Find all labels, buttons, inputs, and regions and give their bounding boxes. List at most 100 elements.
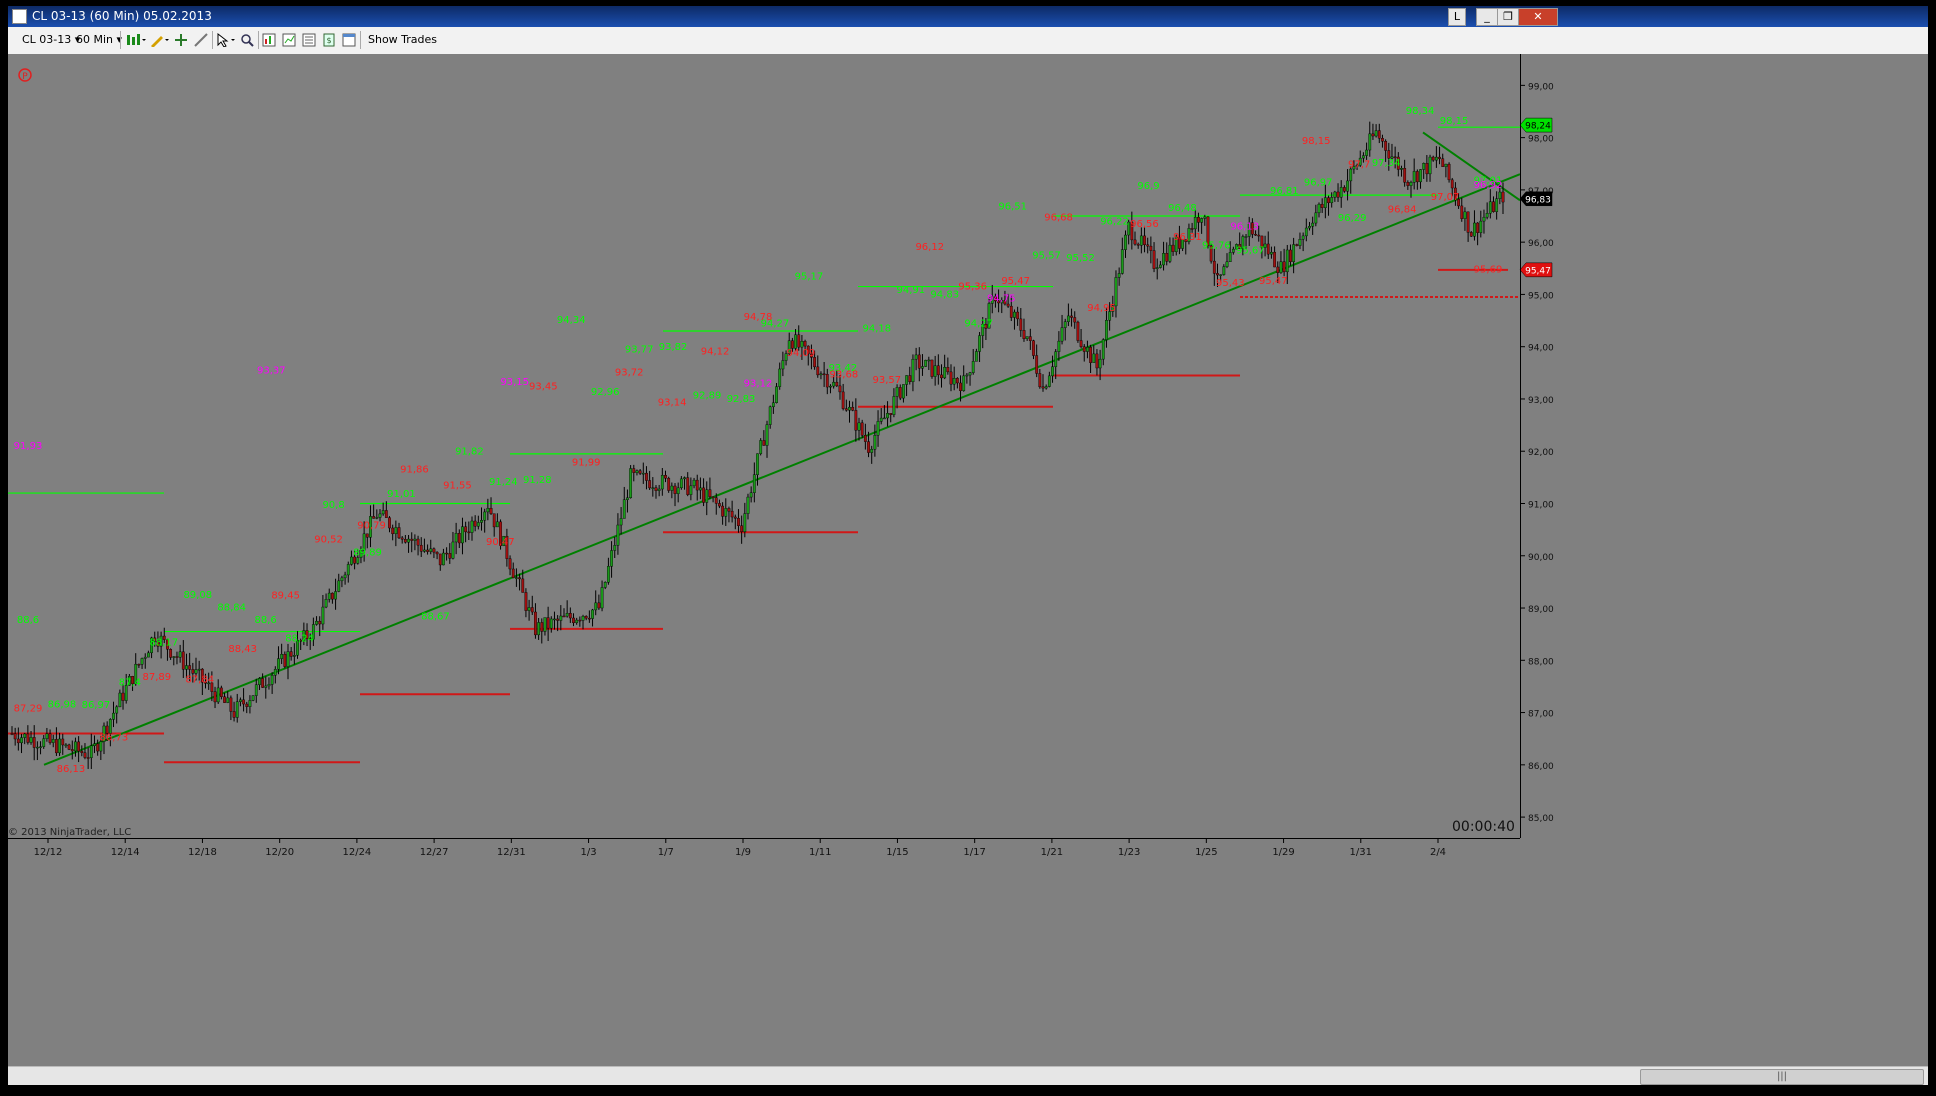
candle-body — [657, 488, 661, 491]
swing-price-label: 93,14 — [658, 398, 687, 409]
p-marker-label: P — [22, 72, 28, 82]
candle-body — [1374, 130, 1378, 137]
candle-body — [1133, 239, 1137, 245]
link-button[interactable]: L — [1448, 8, 1466, 26]
candle-body — [1289, 249, 1292, 262]
candle-body — [346, 564, 350, 576]
candle-body — [74, 741, 77, 752]
candle-body — [242, 699, 245, 705]
price-axis-label: 98,00 — [1528, 135, 1554, 145]
candle-body — [600, 587, 604, 609]
candle-body — [851, 406, 855, 411]
candle-body — [848, 406, 851, 411]
show-trades-button[interactable]: Show Trades — [368, 32, 437, 48]
candle-body — [518, 577, 521, 580]
candle-body — [372, 516, 376, 519]
candle-body — [1317, 203, 1321, 214]
bar-type-icon[interactable] — [126, 33, 146, 47]
candle-body — [1032, 340, 1035, 356]
instrument-selector[interactable]: CL 03-13 ▾ — [22, 32, 80, 48]
app-window: CL 03-13 (60 Min) 05.02.2013 L _ ❐ ✕ CL … — [0, 0, 1936, 1096]
chart-window-icon — [12, 9, 27, 24]
data-box-icon[interactable]: $ — [322, 33, 336, 47]
candle-body — [407, 538, 410, 543]
swing-price-label: 86,97 — [82, 700, 111, 711]
date-axis-label: 1/29 — [1272, 847, 1294, 858]
candle-body — [147, 652, 150, 658]
swing-price-label: 95,36 — [958, 282, 987, 293]
candle-body — [1041, 386, 1045, 389]
cursor-icon[interactable] — [216, 33, 236, 47]
candle-body — [1365, 149, 1368, 156]
candle-body — [20, 737, 23, 744]
close-button[interactable]: ✕ — [1518, 8, 1558, 26]
candle-body — [219, 687, 223, 697]
candle-body — [835, 381, 839, 387]
candle-body — [413, 538, 417, 541]
candle-body — [1488, 201, 1492, 214]
candle-body — [797, 334, 801, 348]
interval-selector[interactable]: 60 Min ▾ — [76, 32, 122, 48]
candle-body — [169, 649, 173, 658]
crosshair-icon[interactable] — [174, 33, 188, 47]
candle-body — [946, 367, 950, 373]
properties-icon[interactable] — [302, 33, 316, 47]
candle-body — [32, 737, 36, 748]
swing-price-label: 97,34 — [1372, 158, 1401, 169]
candle-body — [705, 489, 709, 503]
candle-body — [1285, 249, 1289, 273]
swing-price-label: 96,68 — [1044, 213, 1073, 224]
zoom-icon[interactable] — [240, 33, 254, 47]
horizontal-scrollbar[interactable]: ||| — [8, 1066, 1928, 1085]
swing-price-label: 94,34 — [557, 315, 586, 326]
candle-body — [1400, 168, 1403, 170]
candle-body — [702, 487, 705, 503]
swing-price-label: 87,84 — [185, 675, 214, 686]
indicators-icon[interactable] — [262, 33, 276, 47]
swing-price-label: 96,31 — [1173, 232, 1202, 243]
chart-trader-icon[interactable] — [342, 33, 356, 47]
scrollbar-thumb[interactable]: ||| — [1640, 1069, 1924, 1085]
maximize-button[interactable]: ❐ — [1497, 8, 1519, 26]
candle-body — [898, 387, 902, 399]
trend-line-down — [1422, 131, 1521, 202]
candle-body — [829, 385, 832, 388]
candle-body — [1476, 222, 1480, 233]
minimize-button[interactable]: _ — [1476, 8, 1498, 26]
candle-body — [51, 739, 55, 743]
candle-body — [955, 378, 959, 384]
candle-body — [1228, 252, 1232, 263]
swing-price-label: 95,52 — [1066, 253, 1095, 264]
price-tag-label: 95,47 — [1525, 266, 1551, 276]
candle-body — [410, 538, 414, 541]
swing-price-label: 93,57 — [873, 375, 902, 386]
candle-body — [730, 510, 734, 518]
price-chart[interactable]: 88,6 86,98 86,97 87,4 88,17 89,08 88,84 88,6 88,… — [8, 54, 1928, 1066]
candle-body — [1105, 320, 1108, 340]
swing-price-label: 94,27 — [964, 319, 993, 330]
swing-price-label: 95,43 — [1216, 278, 1245, 289]
strategies-icon[interactable] — [282, 33, 296, 47]
line-tool-icon[interactable] — [194, 33, 208, 47]
candle-body — [511, 568, 515, 579]
candle-body — [1047, 375, 1051, 387]
swing-price-label: 93,37 — [257, 366, 286, 377]
chart-panel[interactable]: 88,6 86,98 86,97 87,4 88,17 89,08 88,84 88,6 88,… — [8, 54, 1928, 1084]
swing-price-label: 98,34 — [1406, 106, 1435, 117]
price-axis-label: 87,00 — [1528, 710, 1554, 720]
candle-body — [1342, 187, 1346, 192]
candle-body — [575, 619, 579, 624]
candle-body — [727, 508, 731, 512]
candle-body — [223, 696, 226, 703]
candle-body — [384, 510, 388, 518]
candle-body — [251, 695, 255, 701]
candle-body — [194, 669, 198, 674]
swing-price-label: 94,95 — [1087, 303, 1116, 314]
candle-body — [527, 607, 531, 611]
swing-price-label: 97,07 — [1431, 192, 1460, 203]
candle-body — [752, 474, 756, 493]
candle-body — [867, 441, 870, 453]
draw-tool-icon[interactable] — [150, 33, 170, 47]
candle-body — [857, 422, 861, 431]
candle-body — [714, 497, 718, 504]
